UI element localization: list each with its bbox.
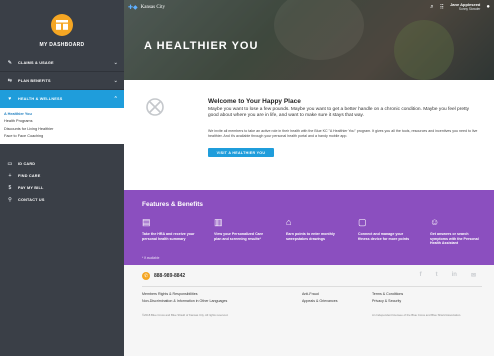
user-menu[interactable]: Jane Appleseed Sunny Slowder: [450, 2, 481, 12]
document-icon: ▤: [142, 217, 151, 227]
facebook-icon[interactable]: f: [420, 272, 422, 279]
footer: ✆ 888-989-8842 f t in ✉ Members Rights &…: [124, 265, 494, 356]
feature-item: ▢ Connect and manage your fitness device…: [358, 216, 414, 246]
dollar-icon: $: [8, 184, 12, 191]
sidebar-item-label: CONTACT US: [18, 197, 45, 202]
feature-text: View your Personalized Care plan and scr…: [214, 232, 264, 241]
link-appeals[interactable]: Appeals & Grievances: [302, 299, 372, 306]
sidebar-item-label: PLAN BENEFITS: [18, 78, 51, 83]
location-icon: ⚲: [8, 196, 12, 203]
feature-item: ☺ Get answers or search symptoms with th…: [430, 216, 486, 246]
sidebar-item-find-care[interactable]: + FIND CARE: [0, 170, 124, 182]
welcome-title: Welcome to Your Happy Place: [208, 98, 301, 105]
phone-icon: ✆: [142, 272, 150, 280]
submenu-item-coaching[interactable]: Face to Face Coaching: [0, 133, 124, 140]
link-privacy[interactable]: Privacy & Security: [372, 299, 487, 306]
footer-links: Members Rights & Responsibilities Anti-F…: [142, 292, 487, 306]
healthier-you-logo-icon: [146, 98, 164, 116]
sidebar-item-pay-bill[interactable]: $ PAY MY BILL: [0, 182, 124, 194]
sidebar-item-id-card[interactable]: ▭ ID CARD: [0, 158, 124, 170]
link-anti-fraud[interactable]: Anti-Fraud: [302, 292, 372, 299]
welcome-section: Welcome to Your Happy Place Maybe you wa…: [124, 80, 494, 190]
sidebar-item-label: PAY MY BILL: [18, 185, 44, 190]
licensee-text: An Independent licensee of the Blue Cros…: [372, 313, 462, 317]
features-list: ▤ Take the HRA and receive your personal…: [142, 216, 486, 246]
sidebar-item-health-wellness[interactable]: ♥ HEALTH & WELLNESS ⌃: [0, 90, 124, 108]
email-icon[interactable]: ✉: [471, 272, 476, 279]
person-icon: ☺: [430, 217, 440, 227]
sidebar-item-label: ID CARD: [18, 161, 36, 166]
twitter-icon[interactable]: t: [436, 272, 438, 279]
copyright-row: ©2018 Blue Cross and Blue Shield of Kans…: [142, 313, 487, 317]
plan-icon: ⇆: [7, 77, 13, 84]
link-non-discrimination[interactable]: Non-Discrimination & Information in Othe…: [142, 299, 302, 306]
link-member-rights[interactable]: Members Rights & Responsibilities: [142, 292, 302, 299]
sidebar-item-label: CLAIMS & USAGE: [18, 60, 54, 65]
submenu-item-health-programs[interactable]: Health Programs: [0, 118, 124, 125]
welcome-body: We invite all members to take an active …: [208, 129, 478, 138]
submenu-item-healthier-you[interactable]: A Healthier You: [0, 111, 124, 118]
device-icon: ▢: [358, 217, 367, 227]
sidebar-item-contact[interactable]: ⚲ CONTACT US: [0, 194, 124, 206]
footer-divider: [142, 286, 482, 287]
submenu-item-discounts[interactable]: Discounts for Living Healthier: [0, 126, 124, 133]
sidebar-item-label: HEALTH & WELLNESS: [18, 97, 63, 101]
visit-healthier-you-button[interactable]: VISIT A HEALTHIER YOU: [208, 148, 274, 157]
social-links: f t in ✉: [420, 272, 476, 279]
wrench-icon: ✎: [7, 59, 13, 66]
link-terms[interactable]: Terms & Conditions: [372, 292, 487, 299]
bar-chart-icon: ▥: [214, 217, 223, 227]
bluecross-logo-icon[interactable]: ✚◆: [128, 4, 138, 11]
feature-text: Connect and manage your fitness device f…: [358, 232, 410, 241]
dashboard-icon: [51, 14, 73, 36]
page-title: A HEALTHIER YOU: [144, 40, 259, 52]
feature-text: Earn points to enter monthly sweepstakes…: [286, 232, 335, 241]
chevron-down-icon: ⌄: [113, 59, 118, 66]
feature-item: ⌂ Earn points to enter monthly sweepstak…: [286, 216, 342, 246]
phone-number: 888-989-8842: [154, 273, 186, 279]
feature-item: ▤ Take the HRA and receive your personal…: [142, 216, 198, 246]
features-title: Features & Benefits: [142, 201, 204, 208]
linkedin-icon[interactable]: in: [452, 272, 457, 279]
sidebar-item-plan-benefits[interactable]: ⇆ PLAN BENEFITS ⌄: [0, 72, 124, 90]
health-submenu: A Healthier You Health Programs Discount…: [0, 108, 124, 144]
plus-icon: +: [8, 172, 12, 179]
sidebar-item-label: FIND CARE: [18, 173, 41, 178]
copyright-text: ©2018 Blue Cross and Blue Shield of Kans…: [142, 313, 229, 317]
top-bar: ✚◆ Kansas City ⌕ ⠿ Jane Appleseed Sunny …: [124, 0, 494, 14]
gift-icon: ⌂: [286, 217, 292, 227]
dashboard-label: MY DASHBOARD: [39, 42, 85, 48]
chevron-up-icon: ⌃: [113, 96, 118, 102]
hero-banner: ✚◆ Kansas City ⌕ ⠿ Jane Appleseed Sunny …: [124, 0, 494, 80]
heart-icon: ♥: [8, 96, 12, 102]
phone-contact[interactable]: ✆ 888-989-8842: [142, 272, 185, 280]
features-footnote: * If available: [142, 256, 160, 260]
user-icon[interactable]: ●: [486, 4, 490, 10]
chevron-down-icon: ⌄: [113, 77, 118, 84]
sidebar-item-claims[interactable]: ✎ CLAIMS & USAGE ⌄: [0, 54, 124, 72]
welcome-lead: Maybe you want to lose a few pounds. May…: [208, 107, 470, 119]
id-card-icon: ▭: [7, 160, 13, 167]
feature-text: Take the HRA and receive your personal h…: [142, 232, 195, 241]
grid-icon[interactable]: ⠿: [440, 4, 444, 11]
sidebar: MY DASHBOARD ✎ CLAIMS & USAGE ⌄ ⇆ PLAN B…: [0, 0, 124, 356]
feature-text: Get answers or search symptoms with the …: [430, 232, 479, 246]
user-subtitle: Sunny Slowder: [458, 7, 481, 11]
dashboard-link[interactable]: MY DASHBOARD: [0, 0, 124, 54]
search-icon[interactable]: ⌕: [430, 4, 433, 11]
features-section: Features & Benefits ▤ Take the HRA and r…: [124, 190, 494, 265]
feature-item: ▥ View your Personalized Care plan and s…: [214, 216, 270, 246]
logo-text: Kansas City: [140, 4, 165, 10]
